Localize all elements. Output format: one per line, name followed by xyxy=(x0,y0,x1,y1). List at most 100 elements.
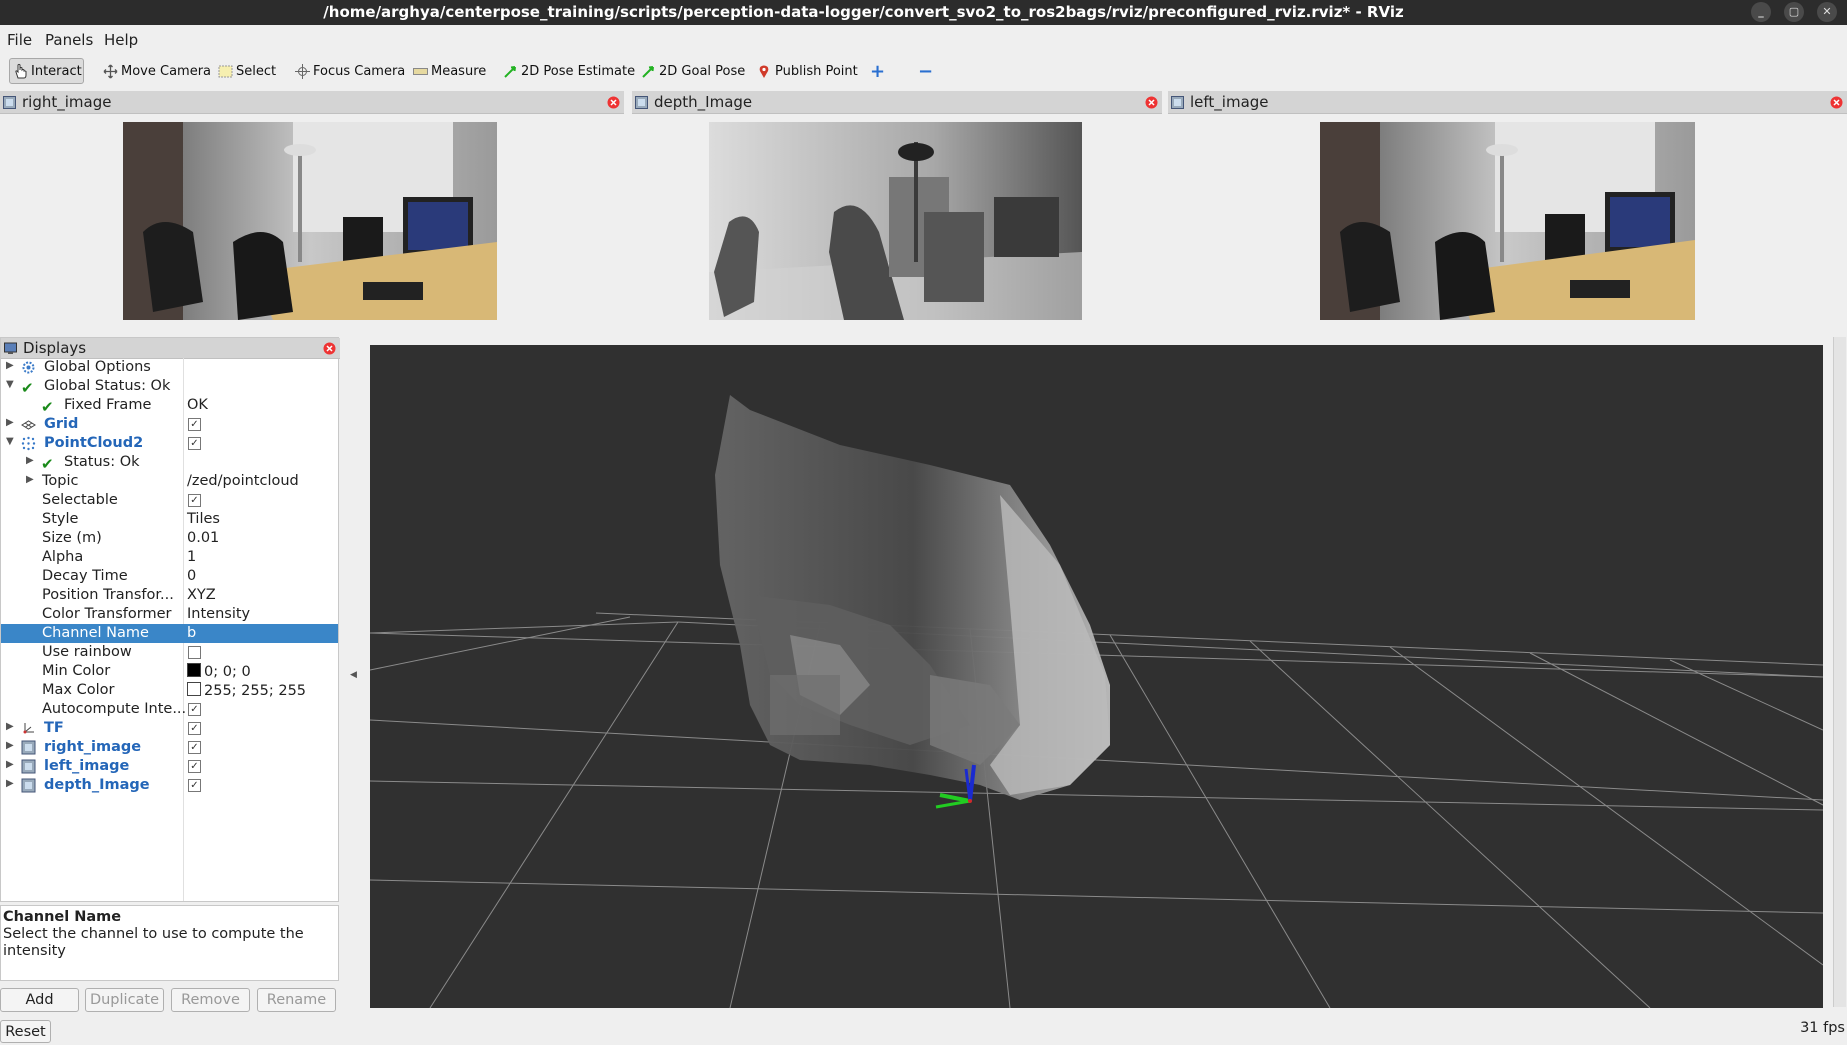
tree-row-topic[interactable]: ▶ Topic /zed/pointcloud xyxy=(1,472,338,491)
remove-tool-minus-icon[interactable]: − xyxy=(914,58,937,84)
measure-tool-button[interactable]: Measure xyxy=(408,58,490,84)
tree-row-right-image[interactable]: ▶ right_image ✓ xyxy=(1,738,338,757)
tree-row-depth-image[interactable]: ▶ depth_Image ✓ xyxy=(1,776,338,795)
tree-row-tf[interactable]: ▶ TF ✓ xyxy=(1,719,338,738)
reset-button[interactable]: Reset xyxy=(0,1020,51,1043)
row-label: depth_Image xyxy=(44,777,150,793)
tree-row-pointcloud2[interactable]: ▼ PointCloud2 ✓ xyxy=(1,434,338,453)
tree-row-autocompute[interactable]: Autocompute Inte... ✓ xyxy=(1,700,338,719)
publish-point-tool-button[interactable]: Publish Point xyxy=(752,58,862,84)
max-color-value[interactable]: 255; 255; 255 xyxy=(187,682,306,699)
right-image-enabled-checkbox[interactable]: ✓ xyxy=(188,741,201,754)
row-value: 255; 255; 255 xyxy=(204,683,307,699)
row-value[interactable]: /zed/pointcloud xyxy=(187,473,299,489)
close-panel-icon[interactable] xyxy=(1145,95,1158,109)
expand-arrow-icon[interactable]: ▶ xyxy=(6,759,14,770)
minimize-button[interactable]: _ xyxy=(1751,2,1771,22)
image-panel-icon xyxy=(635,95,648,109)
hand-pointer-icon xyxy=(14,63,28,79)
collapse-arrow-icon[interactable]: ▼ xyxy=(6,379,14,390)
tree-row-position-transformer[interactable]: Position Transfor... XYZ xyxy=(1,586,338,605)
tree-row-selectable[interactable]: Selectable ✓ xyxy=(1,491,338,510)
map-pin-icon xyxy=(756,63,772,79)
title-bar: /home/arghya/centerpose_training/scripts… xyxy=(0,0,1847,25)
toolbar: Interact Move Camera Select Focus Camera… xyxy=(0,52,1847,88)
expand-arrow-icon[interactable]: ▶ xyxy=(26,474,34,485)
tree-row-style[interactable]: Style Tiles xyxy=(1,510,338,529)
tree-row-decay-time[interactable]: Decay Time 0 xyxy=(1,567,338,586)
tree-row-channel-name[interactable]: Channel Name b xyxy=(1,624,338,643)
tree-row-color-transformer[interactable]: Color Transformer Intensity xyxy=(1,605,338,624)
expand-arrow-icon[interactable]: ▶ xyxy=(6,721,14,732)
tree-row-max-color[interactable]: Max Color 255; 255; 255 xyxy=(1,681,338,700)
interact-tool-button[interactable]: Interact xyxy=(9,58,84,84)
focus-camera-tool-button[interactable]: Focus Camera xyxy=(290,58,409,84)
tree-row-left-image[interactable]: ▶ left_image ✓ xyxy=(1,757,338,776)
goal-pose-tool-button[interactable]: 2D Goal Pose xyxy=(636,58,749,84)
add-tool-plus-icon[interactable]: + xyxy=(866,58,889,84)
tree-row-use-rainbow[interactable]: Use rainbow xyxy=(1,643,338,662)
publish-point-label: Publish Point xyxy=(775,63,858,79)
add-button[interactable]: Add xyxy=(0,988,79,1012)
row-value[interactable]: 0 xyxy=(187,568,196,584)
tree-row-fixed-frame[interactable]: ✔ Fixed Frame OK xyxy=(1,396,338,416)
row-value[interactable]: Intensity xyxy=(187,606,250,622)
close-panel-icon[interactable] xyxy=(607,95,620,109)
selectable-checkbox[interactable]: ✓ xyxy=(188,494,201,507)
duplicate-button[interactable]: Duplicate xyxy=(85,988,164,1012)
3d-render-view[interactable] xyxy=(370,345,1823,1008)
tree-row-size[interactable]: Size (m) 0.01 xyxy=(1,529,338,548)
color-swatch xyxy=(187,682,201,696)
gear-icon xyxy=(21,360,36,375)
left-image-enabled-checkbox[interactable]: ✓ xyxy=(188,760,201,773)
goal-pose-label: 2D Goal Pose xyxy=(659,63,746,79)
menu-help[interactable]: Help xyxy=(104,31,138,49)
autocompute-checkbox[interactable]: ✓ xyxy=(188,703,201,716)
focus-camera-label: Focus Camera xyxy=(313,63,406,79)
close-window-button[interactable]: ✕ xyxy=(1817,2,1837,22)
move-camera-tool-button[interactable]: Move Camera xyxy=(98,58,215,84)
right-dock-splitter[interactable] xyxy=(1833,337,1846,1007)
tree-row-alpha[interactable]: Alpha 1 xyxy=(1,548,338,567)
depth-image-panel: depth_Image xyxy=(632,91,1162,325)
grid-enabled-checkbox[interactable]: ✓ xyxy=(188,418,201,431)
depth-image-enabled-checkbox[interactable]: ✓ xyxy=(188,779,201,792)
property-description: Channel Name Select the channel to use t… xyxy=(0,905,339,981)
use-rainbow-checkbox[interactable] xyxy=(188,646,201,659)
expand-arrow-icon[interactable]: ▶ xyxy=(6,360,14,371)
menu-panels[interactable]: Panels xyxy=(45,31,93,49)
tree-row-min-color[interactable]: Min Color 0; 0; 0 xyxy=(1,662,338,681)
tree-row-status[interactable]: ▶ ✔ Status: Ok xyxy=(1,453,338,473)
tf-enabled-checkbox[interactable]: ✓ xyxy=(188,722,201,735)
collapse-left-arrow-icon[interactable]: ◀ xyxy=(350,670,357,680)
depth-image xyxy=(709,122,1082,320)
row-value[interactable]: XYZ xyxy=(187,587,216,603)
expand-arrow-icon[interactable]: ▶ xyxy=(26,455,34,466)
row-value[interactable]: 0.01 xyxy=(187,530,219,546)
expand-arrow-icon[interactable]: ▶ xyxy=(6,740,14,751)
menu-file[interactable]: File xyxy=(7,31,32,49)
row-label: Size (m) xyxy=(42,530,102,546)
collapse-arrow-icon[interactable]: ▼ xyxy=(6,436,14,447)
remove-button[interactable]: Remove xyxy=(171,988,250,1012)
maximize-button[interactable]: ▢ xyxy=(1784,2,1804,22)
row-value[interactable]: Tiles xyxy=(187,511,220,527)
min-color-value[interactable]: 0; 0; 0 xyxy=(187,663,251,680)
crosshair-icon xyxy=(294,63,310,79)
tree-row-grid[interactable]: ▶ Grid ✓ xyxy=(1,415,338,434)
row-value[interactable]: b xyxy=(187,625,196,641)
close-panel-icon[interactable] xyxy=(1830,95,1843,109)
row-label: Global Status: Ok xyxy=(44,378,171,394)
color-swatch xyxy=(187,663,201,677)
select-tool-button[interactable]: Select xyxy=(213,58,280,84)
row-value[interactable]: 1 xyxy=(187,549,196,565)
pointcloud2-enabled-checkbox[interactable]: ✓ xyxy=(188,437,201,450)
pose-estimate-tool-button[interactable]: 2D Pose Estimate xyxy=(498,58,639,84)
tree-row-global-options[interactable]: ▶ Global Options xyxy=(1,358,338,377)
close-panel-icon[interactable] xyxy=(323,341,336,355)
rename-button[interactable]: Rename xyxy=(257,988,336,1012)
tree-row-global-status[interactable]: ▼ ✔ Global Status: Ok xyxy=(1,377,338,397)
expand-arrow-icon[interactable]: ▶ xyxy=(6,417,14,428)
menu-bar: File Panels Help xyxy=(0,25,1847,52)
expand-arrow-icon[interactable]: ▶ xyxy=(6,778,14,789)
